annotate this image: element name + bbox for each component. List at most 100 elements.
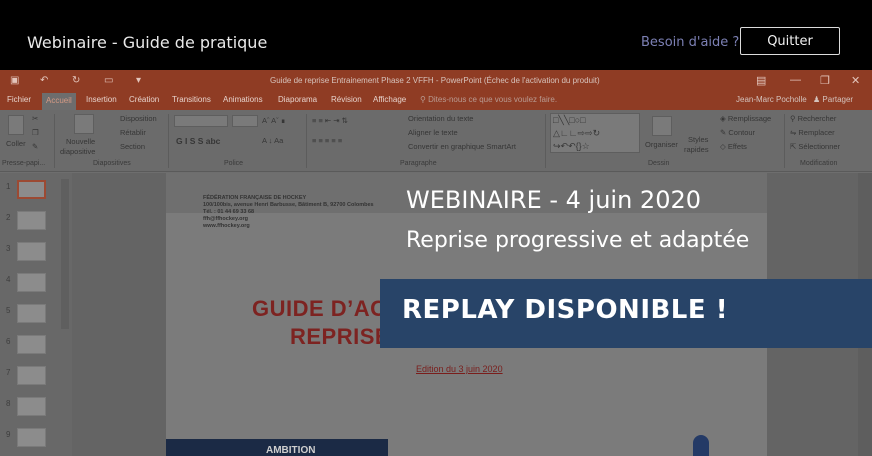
thumbnail-slide (17, 273, 46, 292)
thumbnail-slide (17, 211, 46, 230)
slideshow-icon: ▭ (104, 75, 114, 86)
shape-fill-button: ◈ Remplissage (720, 114, 772, 123)
group-dessin: Dessin (648, 160, 670, 167)
font-grow-icon: Aˆ Aˇ ∎ (262, 116, 286, 125)
tab-transitions: Transitions (172, 95, 211, 104)
arrange-button: Organiser (645, 140, 678, 149)
save-icon: ▣ (10, 75, 20, 86)
new-slide-label: Nouvelle (66, 137, 96, 146)
tab-affichage: Affichage (373, 95, 407, 104)
quick-styles-button: Styles (688, 135, 709, 144)
thumbnail-slide (17, 397, 46, 416)
thumbnail-slide (17, 335, 46, 354)
align-text-button: Aligner le texte (408, 128, 458, 137)
thumbnail-slide (17, 304, 46, 323)
thumbnail-number: 3 (6, 244, 11, 253)
ppt-title-bar: ▣ ↶ ↻ ▭ ▾ Guide de reprise Entrainement … (0, 70, 872, 92)
reset-button: Rétablir (120, 128, 146, 137)
new-slide-label-2: diapositive (60, 147, 96, 156)
slide-guide-title-line2: REPRISE (290, 324, 391, 349)
ffh-logo-icon (693, 435, 709, 456)
thumbnail-number: 4 (6, 275, 11, 284)
shapes-icon: ↪↶↶{}☆ (553, 141, 590, 151)
ribbon-separator (545, 114, 546, 168)
list-buttons-icon: ≡ ≡ ⇤ ⇥ ⇅ (312, 116, 348, 125)
thumbnail-number: 2 (6, 213, 11, 222)
tab-creation: Création (129, 95, 160, 104)
redo-icon: ↻ (72, 75, 81, 86)
tab-insertion: Insertion (86, 95, 117, 104)
text-direction-button: Orientation du texte (408, 114, 474, 123)
find-button: ⚲ Rechercher (790, 114, 837, 123)
ppt-document-title: Guide de reprise Entrainement Phase 2 VF… (270, 76, 600, 85)
slide-web: www.ffhockey.org (203, 223, 250, 229)
thumbnail-number: 8 (6, 399, 11, 408)
thumbnail-slide (17, 428, 46, 447)
shape-outline-label: Contour (728, 128, 756, 137)
font-style-buttons: G I S S abc (176, 136, 221, 146)
shape-effects-button: ◇ Effets (720, 142, 747, 151)
new-slide-icon (74, 114, 94, 134)
select-button: ⇱ Sélectionner (790, 142, 841, 151)
group-police: Police (224, 160, 244, 167)
shape-outline-button: ✎ Contour (720, 128, 756, 137)
tab-accueil: Accueil (42, 93, 76, 110)
shape-effects-label: Effets (727, 142, 747, 151)
copy-icon: ❐ (32, 128, 39, 137)
paste-label: Coller (6, 139, 26, 148)
shape-fill-label: Remplissage (727, 114, 772, 123)
smartart-button: Convertir en graphique SmartArt (408, 142, 516, 151)
webinar-subtitle: Reprise progressive et adaptée (406, 228, 750, 253)
thumbnail-number: 5 (6, 306, 11, 315)
replace-label: Remplacer (798, 128, 835, 137)
slide-guide-title-line1: GUIDE D’AC (252, 296, 387, 321)
ribbon-separator (168, 114, 169, 168)
tell-me-placeholder: Dites-nous ce que vous voulez faire. (428, 95, 558, 104)
thumbnail-scrollbar (61, 179, 69, 329)
share-button: ♟ Partager (813, 95, 854, 104)
group-modification: Modification (800, 160, 838, 167)
replay-banner-text: REPLAY DISPONIBLE ! (402, 295, 729, 325)
replace-button: ⇋ Remplacer (790, 128, 835, 137)
select-label: Sélectionner (798, 142, 841, 151)
webinar-title: Webinaire - Guide de pratique (27, 33, 268, 52)
layout-button: Disposition (120, 114, 157, 123)
align-buttons-icon: ≡ ≡ ≡ ≡ ≡ (312, 136, 343, 145)
minimize-icon: — (790, 74, 801, 86)
powerpoint-window: ▣ ↶ ↻ ▭ ▾ Guide de reprise Entrainement … (0, 70, 872, 456)
tab-revision: Révision (331, 95, 362, 104)
font-size-select (232, 115, 258, 127)
share-label: Partager (822, 95, 854, 104)
ribbon-separator (784, 114, 785, 168)
quick-access-chevron-icon: ▾ (136, 75, 142, 86)
slide-federation-name: FÉDÉRATION FRANÇAISE DE HOCKEY (203, 195, 307, 201)
webinar-header: Webinaire - Guide de pratique Besoin d'a… (0, 0, 872, 70)
close-icon: ✕ (851, 75, 861, 87)
help-link[interactable]: Besoin d'aide ? (641, 35, 739, 50)
slide-email: ffh@ffhockey.org (203, 216, 248, 222)
quit-button[interactable]: Quitter (740, 27, 840, 55)
tab-fichier: Fichier (7, 95, 32, 104)
ppt-user-name: Jean-Marc Pocholle (736, 95, 807, 104)
ppt-ribbon: Coller ✂ ❐ ✎ Presse-papi... Nouvelle dia… (0, 110, 872, 172)
section-button: Section (120, 142, 146, 151)
thumbnail-number: 9 (6, 430, 11, 439)
shared-screen: ▣ ↶ ↻ ▭ ▾ Guide de reprise Entrainement … (0, 70, 872, 456)
group-diapositives: Diapositives (93, 160, 131, 167)
ribbon-separator (306, 114, 307, 168)
arrange-icon (652, 116, 672, 136)
tab-animations: Animations (223, 95, 263, 104)
shapes-icon: □╲╲□○□ (553, 115, 586, 125)
thumbnail-number: 6 (6, 337, 11, 346)
tell-me-search: ⚲ Dites-nous ce que vous voulez faire. (420, 95, 558, 104)
ribbon-options-icon: ▤ (756, 75, 767, 87)
cut-icon: ✂ (32, 114, 39, 123)
slide-guide-title: GUIDE D’AC REPRISE (252, 295, 390, 351)
shapes-icon: △∟∟⇨⇨↻ (553, 128, 601, 138)
slide-address: 100/100bis, avenue Henri Barbusse, Bâtim… (203, 202, 374, 208)
ppt-ribbon-tabs: Fichier Accueil Insertion Création Trans… (0, 92, 872, 110)
font-family-select (174, 115, 228, 127)
find-label: Rechercher (797, 114, 837, 123)
group-paragraphe: Paragraphe (400, 160, 437, 167)
thumbnail-slide (17, 366, 46, 385)
